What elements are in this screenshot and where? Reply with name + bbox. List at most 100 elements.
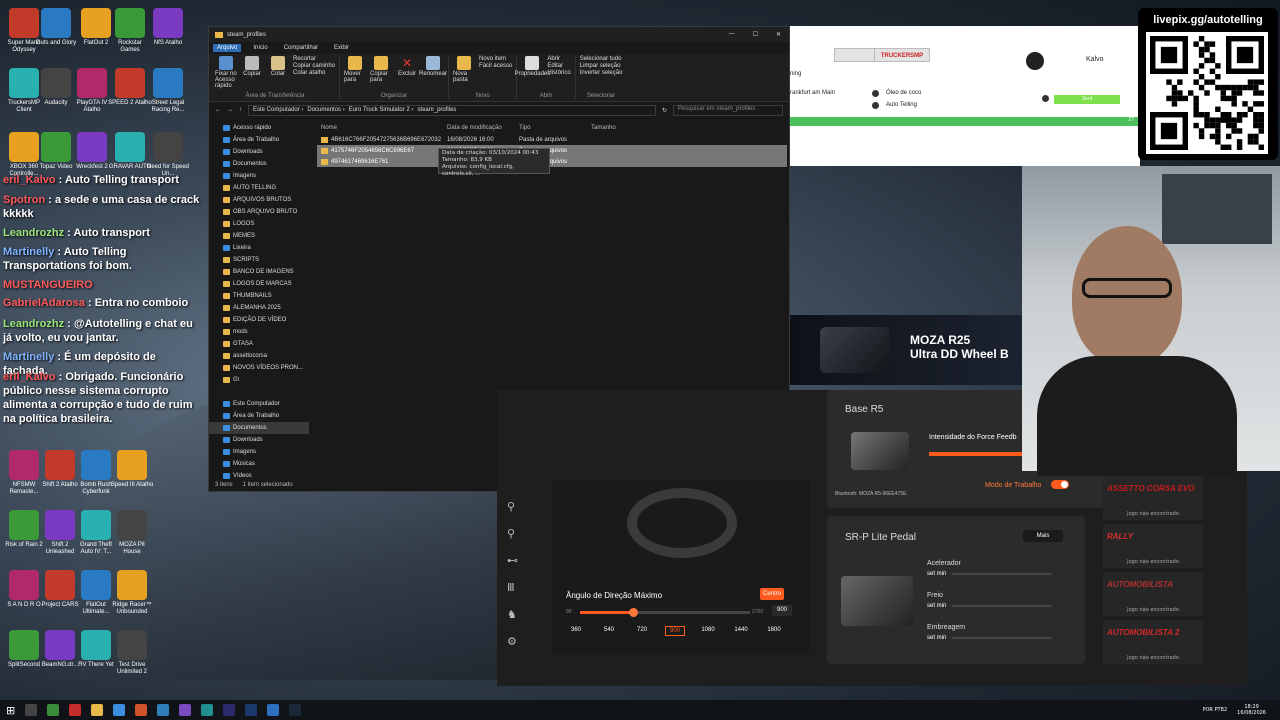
chrome-icon[interactable] [113, 704, 126, 716]
angle-preset[interactable]: 1800 [764, 626, 784, 636]
taskbar-app-icon[interactable] [47, 704, 60, 716]
desktop-shortcut[interactable]: Street Legal Racing Re... [146, 68, 190, 114]
easy-access-button[interactable]: Fácil acesso [479, 63, 512, 69]
angle-preset[interactable]: 540 [599, 626, 619, 636]
refresh-icon[interactable]: ↻ [662, 107, 667, 114]
breadcrumb-item[interactable]: Euro Truck Simulator 2 › [349, 107, 414, 113]
nav-item[interactable]: MEMES [209, 230, 309, 242]
copy-to-button[interactable]: Copiar para [370, 56, 392, 83]
clear-selection-button[interactable]: Limpar seleção [580, 63, 623, 69]
file-row[interactable]: 4974617469616E761Pasta de arquivos [317, 156, 787, 167]
breadcrumb-item[interactable]: Este Computador › [253, 107, 303, 113]
desktop-shortcut[interactable]: Speed III Atalho [110, 450, 154, 489]
nav-item[interactable]: Documentos [209, 158, 309, 170]
ffb-bar[interactable] [929, 452, 1023, 456]
nav-item[interactable]: OBS ARQUIVO BRUTO [209, 206, 309, 218]
delete-button[interactable]: ✕ Excluir [396, 56, 418, 83]
nav-item[interactable]: mods [209, 326, 309, 338]
steer-slider[interactable] [580, 608, 750, 617]
set-min-button[interactable]: set min [927, 603, 946, 609]
nav-item[interactable]: Lixeira [209, 242, 309, 254]
steam-icon[interactable] [289, 704, 302, 716]
slider-knob[interactable] [628, 608, 638, 617]
nav-item[interactable]: ALEMANHA 2025 [209, 302, 309, 314]
angle-preset[interactable]: 900 [665, 626, 685, 636]
send-button[interactable]: Sent [1054, 95, 1120, 104]
breadcrumb-item[interactable]: Documentos › [307, 107, 344, 113]
taskbar-app-icon[interactable] [201, 704, 214, 716]
shifter-icon[interactable]: ⊷ [507, 554, 518, 567]
angle-preset[interactable]: 1080 [698, 626, 718, 636]
desktop-shortcut[interactable]: Need for Speed Un... [146, 132, 190, 178]
column-header[interactable]: Tipo [519, 125, 591, 131]
move-to-button[interactable]: Mover para [344, 56, 366, 83]
angle-preset[interactable]: 720 [632, 626, 652, 636]
nav-item[interactable]: LOGOS [209, 218, 309, 230]
nav-item[interactable]: Acesso rápido [209, 122, 309, 134]
desktop-shortcut[interactable]: Ridge Racer™ Unbounded [110, 570, 154, 616]
nav-item[interactable]: AUTO TELLING [209, 182, 309, 194]
job-app-window[interactable]: TRUCKERSMP Kalvo ning rankfurt am Main Ó… [790, 26, 1140, 166]
copy-path-button[interactable]: Copiar caminho [293, 63, 335, 69]
file-row[interactable]: 4175746F2054656C6C696E6716/10/2025 19:20… [317, 145, 787, 156]
nav-item[interactable]: GTASA [209, 338, 309, 350]
nav-item[interactable]: NOVOS VÍDEOS PRON... [209, 362, 309, 374]
photoshop-icon[interactable] [245, 704, 258, 716]
column-header[interactable]: Nome [317, 125, 447, 131]
nav-item[interactable]: Downloads [209, 434, 309, 446]
nav-item[interactable]: Área de Trabalho [209, 134, 309, 146]
cut-button[interactable]: Recortar [293, 56, 335, 62]
taskbar-app-icon[interactable] [179, 704, 192, 716]
explorer-titlebar[interactable]: steam_profiles — ☐ ✕ [209, 27, 789, 42]
ribbon-tab[interactable]: Compartilhar [280, 44, 322, 52]
nav-item[interactable]: Downloads [209, 146, 309, 158]
work-mode-toggle[interactable] [1051, 480, 1069, 489]
copy-button[interactable]: Copiar [241, 56, 263, 89]
desktop-shortcut[interactable]: Test Drive Unlimited 2 [110, 630, 154, 676]
minimize-icon[interactable]: — [729, 31, 735, 38]
angle-preset[interactable]: 1440 [731, 626, 751, 636]
nav-item[interactable]: G\ [209, 374, 309, 386]
ribbon-tab[interactable]: Arquivo [213, 44, 242, 52]
file-row[interactable]: 4B616C766F20547275636B696E672032 16/08/20… [317, 134, 787, 145]
nav-item[interactable]: LOGOS DE MARCAS [209, 278, 309, 290]
slider-value-input[interactable]: 900 [772, 605, 792, 616]
nav-item[interactable]: BANCO DE IMAGENS [209, 266, 309, 278]
nav-item[interactable]: SCRIPTS [209, 254, 309, 266]
set-min-button[interactable]: set min [927, 635, 946, 641]
game-tile[interactable]: AUTOMOBILISTA Jogo não encontrado [1103, 572, 1203, 616]
wheel-icon[interactable]: ⚲ [507, 500, 518, 513]
nav-item[interactable]: Músicas [209, 458, 309, 470]
more-button[interactable]: Mais [1023, 530, 1063, 542]
taskbar-app-icon[interactable] [267, 704, 280, 716]
handbrake-icon[interactable]: Ⅲ [507, 581, 518, 594]
desktop-shortcut[interactable]: Guts and Glory [34, 8, 78, 47]
game-tile[interactable]: AUTOMOBILISTA 2 Jogo não encontrado [1103, 620, 1203, 664]
select-all-button[interactable]: Selecionar tudo [580, 56, 623, 62]
paste-shortcut-button[interactable]: Colar atalho [293, 70, 335, 76]
clock-date[interactable]: 16/08/2026 [1237, 710, 1266, 716]
history-button[interactable]: Histórico [547, 70, 570, 76]
nav-item[interactable]: EDIÇÃO DE VÍDEO [209, 314, 309, 326]
game-tile[interactable]: ASSETTO CORSA EVO Jogo não encontrado [1103, 476, 1203, 520]
up-icon[interactable]: ↑ [239, 107, 242, 113]
taskbar-app-icon[interactable] [69, 704, 82, 716]
new-folder-button[interactable]: Nova pasta [453, 56, 475, 83]
nav-item[interactable]: Imagens [209, 170, 309, 182]
rename-button[interactable]: Renomear [419, 56, 447, 83]
search-input[interactable]: Pesquisar em steam_profiles [673, 104, 783, 116]
column-header[interactable]: Data de modificação [447, 125, 519, 131]
paste-button[interactable]: Colar [267, 56, 289, 89]
nav-item[interactable]: Documentos [209, 422, 309, 434]
close-icon[interactable]: ✕ [776, 31, 781, 38]
breadcrumb-item[interactable]: steam_profiles [417, 107, 456, 113]
nav-item[interactable]: Imagens [209, 446, 309, 458]
start-icon[interactable]: ⊞ [6, 704, 15, 717]
address-bar[interactable]: Este Computador › Documentos › Euro Truck … [248, 104, 656, 116]
premiere-icon[interactable] [223, 704, 236, 716]
angle-preset[interactable]: 360 [566, 626, 586, 636]
brave-icon[interactable] [135, 704, 148, 716]
language-indicator[interactable]: POR PTB2 [1202, 707, 1227, 713]
nav-item[interactable]: Este Computador [209, 398, 309, 410]
edit-button[interactable]: Editar [547, 63, 570, 69]
